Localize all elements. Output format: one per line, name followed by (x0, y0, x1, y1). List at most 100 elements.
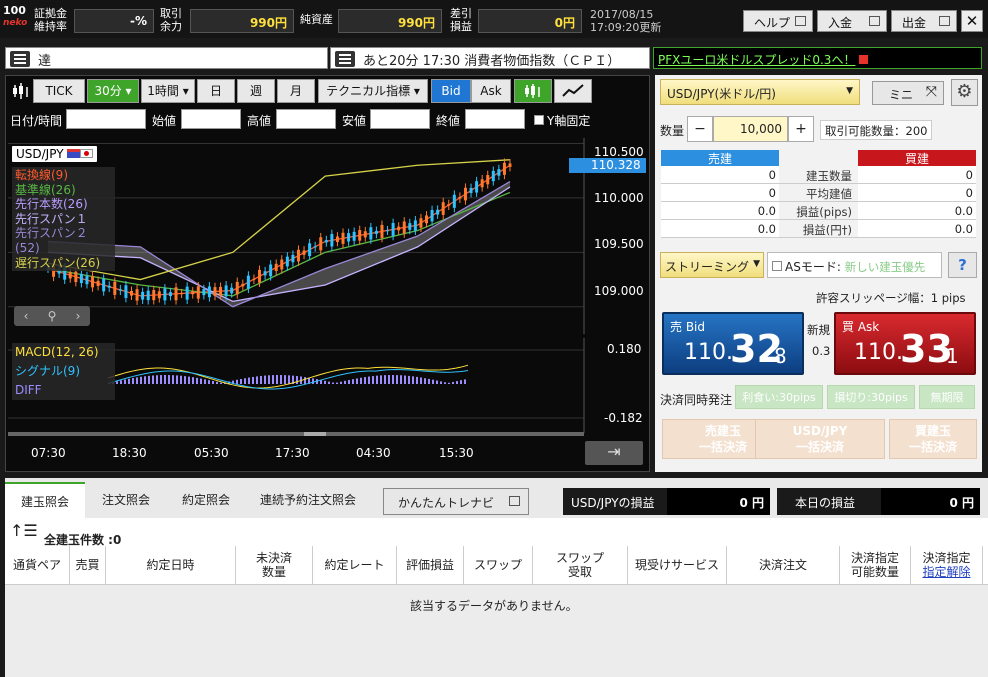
row-label: 損益(円†) (802, 223, 852, 237)
easy-trade-navi-button[interactable]: かんたんトレナビ (383, 488, 529, 515)
legend-item: 遅行スパン(26) (15, 255, 101, 270)
menu-icon[interactable] (335, 51, 355, 67)
price-tick-label: 109.500 (594, 237, 644, 251)
candle-body (313, 246, 317, 248)
interval-day-button[interactable]: 日 (197, 79, 235, 103)
diff-bar (288, 375, 290, 384)
mini-mode-button[interactable]: ミニ ⤧ (872, 81, 944, 105)
withdraw-button[interactable]: 出金 (891, 10, 957, 32)
help-icon[interactable]: ? (948, 252, 977, 278)
position-row: 0 建玉数量 0 (661, 166, 976, 184)
chevron-right-icon[interactable]: › (76, 309, 81, 323)
deposit-button[interactable]: 入金 (817, 10, 887, 32)
quantity-plus-button[interactable]: + (788, 116, 814, 142)
menu-icon[interactable] (10, 51, 30, 67)
window-icon (509, 496, 520, 506)
candle-body (419, 218, 423, 228)
news-ticker-center[interactable]: あと20分 17:30 消費者物価指数（ＣＰＩ） (330, 47, 650, 69)
column-header: スワップ (464, 546, 533, 584)
candle-body (469, 187, 473, 193)
interval-month-button[interactable]: 月 (277, 79, 315, 103)
chart-scrollbar[interactable] (8, 432, 584, 436)
diff-bar (356, 378, 358, 384)
expiry-button[interactable]: 無期限 (919, 385, 975, 409)
as-mode-field[interactable]: ASモード: 新しい建玉優先 (767, 252, 942, 278)
promo-banner[interactable]: PFXユーロ米ドルスプレッド0.3へ！ (653, 47, 982, 69)
candle-body (185, 286, 189, 300)
candle-body (180, 293, 184, 295)
gear-icon[interactable]: ⚙ (951, 79, 978, 106)
jump-to-latest-button[interactable]: ⇥ (585, 441, 643, 465)
zoom-icon[interactable]: ⚲ (48, 309, 57, 323)
tick-button[interactable]: TICK (33, 79, 85, 103)
bulk-settle-buy-button[interactable]: 買建玉 一括決済 (889, 419, 977, 459)
chevron-down-icon: ▼ (846, 86, 853, 96)
interval-30m-button[interactable]: 30分 ▾ (87, 79, 139, 103)
row-label: 損益(pips) (796, 205, 852, 219)
candle-body (358, 230, 362, 241)
quantity-input[interactable]: 10,000 (713, 116, 788, 142)
legend-item: 基準線(26) (15, 182, 76, 197)
diff-bar (164, 375, 166, 384)
tab-positions[interactable]: 建玉照会 (5, 482, 85, 518)
diff-bar (384, 375, 386, 384)
diff-bar (276, 375, 278, 384)
sell-position-header: 売建 (661, 150, 779, 166)
diff-bar (352, 379, 354, 384)
bid-toggle[interactable]: Bid (431, 79, 471, 103)
column-header[interactable]: 決済指定 指定解除 (911, 546, 983, 584)
chevron-left-icon[interactable]: ‹ (24, 309, 29, 323)
tab-orders[interactable]: 注文照会 (86, 482, 166, 518)
diff-bar (460, 380, 462, 384)
candle-body (152, 290, 156, 301)
candlestick-style-button[interactable] (514, 79, 552, 103)
sort-icon[interactable]: ↑☰ (10, 521, 38, 540)
interval-1h-button[interactable]: 1時間 ▾ (141, 79, 195, 103)
stop-loss-button[interactable]: 損切り:30pips (827, 385, 915, 409)
open-field (181, 109, 241, 129)
diff-bar (204, 379, 206, 384)
take-profit-button[interactable]: 利食い:30pips (735, 385, 823, 409)
margin-ratio-value: -% (74, 9, 154, 33)
sell-bid-button[interactable]: 売 Bid 110. 32 8 (662, 312, 804, 375)
candle-body (124, 285, 128, 298)
bulk-settle-pair-button[interactable]: USD/JPY 一括決済 (755, 419, 885, 459)
help-button[interactable]: ヘルプ (743, 10, 813, 32)
ask-toggle[interactable]: Ask (471, 79, 511, 103)
news-ticker-left[interactable]: 達 (5, 47, 328, 69)
diff-bar (444, 382, 446, 384)
series-line (47, 186, 511, 303)
buy-ask-button[interactable]: 買 Ask 110. 33 1 (834, 312, 976, 375)
technical-indicator-select[interactable]: テクニカル指標 ▾ (318, 79, 428, 103)
diff-bar (140, 376, 142, 384)
diff-bar (372, 376, 374, 384)
tab-executions[interactable]: 約定照会 (166, 482, 246, 518)
y-axis-fix-checkbox[interactable]: Y軸固定 (534, 112, 590, 129)
diff-bar (452, 381, 454, 384)
candle-body (285, 256, 289, 267)
window-icon (869, 16, 880, 26)
diff-bar (252, 376, 254, 384)
candle-body (413, 220, 417, 231)
close-price-field (465, 109, 525, 129)
tab-chain-orders[interactable]: 連続予約注文照会 (246, 482, 370, 518)
candle-body (157, 291, 161, 299)
line-style-button[interactable] (554, 79, 592, 103)
diff-bar (172, 375, 174, 384)
legend-item: 先行スパン１ (15, 211, 88, 226)
streaming-mode-select[interactable]: ストリーミング ▼ (660, 252, 764, 278)
close-button[interactable]: ✕ (961, 10, 983, 32)
window-icon (795, 16, 806, 26)
link-icon (859, 55, 869, 64)
chart-nav-controls[interactable]: ‹ ⚲ › (14, 306, 90, 326)
interval-week-button[interactable]: 週 (237, 79, 275, 103)
quantity-minus-button[interactable]: − (687, 116, 713, 142)
currency-pair-select[interactable]: USD/JPY(米ドル/円) ▼ (660, 79, 860, 105)
column-header: 売買 (70, 546, 106, 584)
candle-body (246, 275, 250, 289)
diff-bar (180, 375, 182, 384)
diff-bar (428, 378, 430, 384)
diff-bar (280, 375, 282, 384)
candle-body (402, 221, 406, 234)
candle-body (96, 280, 100, 287)
